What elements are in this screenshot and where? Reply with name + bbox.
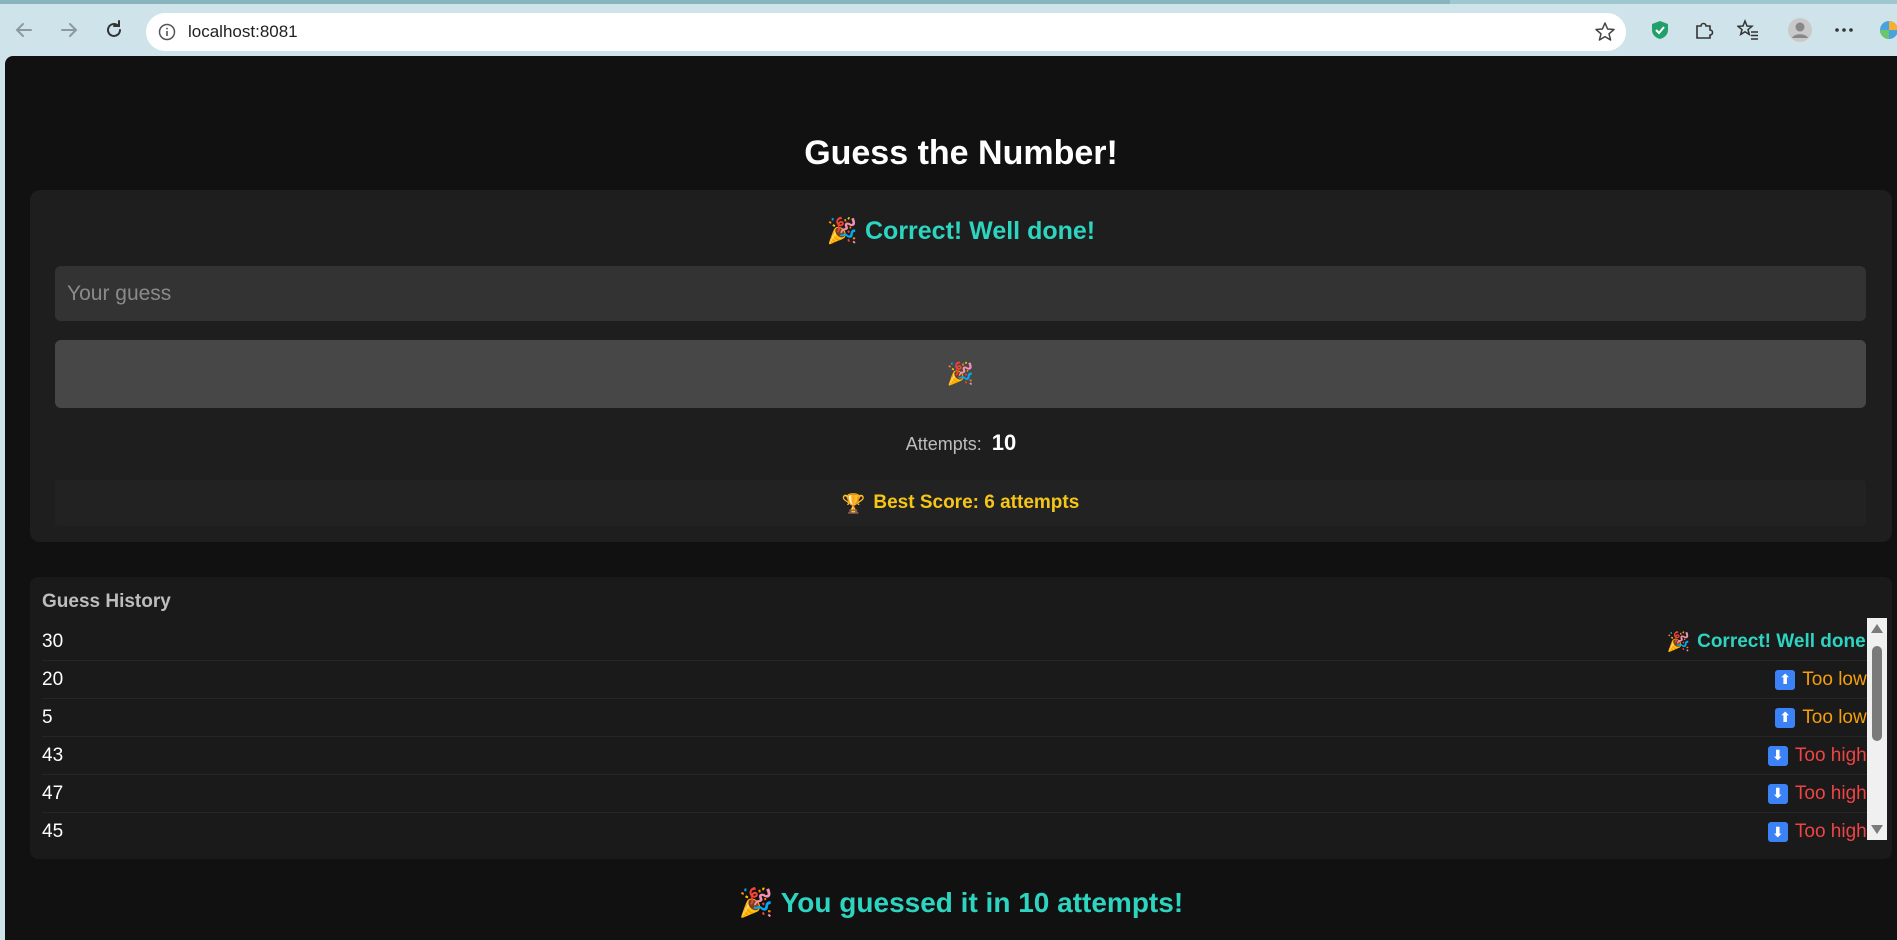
- attempts-value: 10: [991, 430, 1017, 455]
- scroll-down-arrow-icon[interactable]: [1871, 825, 1883, 834]
- down-arrow-icon: ⬇: [1767, 783, 1788, 804]
- status-message: 🎉 Correct! Well done!: [30, 216, 1892, 246]
- attempts-label: Attempts:: [905, 434, 982, 454]
- history-result-text: Correct! Well done!: [1697, 630, 1872, 652]
- history-guess: 30: [42, 630, 64, 652]
- more-options-icon[interactable]: [1830, 16, 1858, 44]
- history-result: ⬇ Too high!: [1767, 821, 1872, 843]
- history-guess: 45: [42, 821, 64, 842]
- status-text: Correct! Well done!: [865, 217, 1096, 245]
- scrollbar-thumb[interactable]: [1872, 646, 1882, 741]
- reload-icon[interactable]: [98, 14, 130, 46]
- page-viewport: Guess the Number! 🎉Correct! Well done! 🎉…: [5, 56, 1897, 940]
- extensions-puzzle-icon[interactable]: [1690, 16, 1718, 44]
- site-info-icon[interactable]: [158, 23, 176, 46]
- history-scrollbar[interactable]: [1867, 618, 1887, 840]
- game-card: 🎉Correct! Well done! 🎉 Attempts:10 🏆Best…: [30, 190, 1892, 542]
- page-title: Guess the Number!: [804, 134, 1118, 172]
- history-row: 43 ⬇ Too high!: [42, 737, 1872, 775]
- up-arrow-icon: ⬆: [1775, 669, 1796, 690]
- forward-icon[interactable]: [53, 14, 85, 46]
- back-icon[interactable]: [8, 14, 40, 46]
- history-guess: 47: [42, 782, 64, 804]
- history-guess: 43: [42, 744, 64, 766]
- history-row: 45 ⬇ Too high!: [42, 813, 1872, 851]
- best-score-text: Best Score: 6 attempts: [873, 492, 1080, 513]
- history-result-text: Too low!: [1802, 668, 1872, 690]
- favorites-icon[interactable]: [1734, 16, 1762, 44]
- history-result: ⬆ Too low!: [1775, 669, 1872, 691]
- history-result-text: Too low!: [1802, 706, 1872, 728]
- final-message-text: You guessed it in 10 attempts!: [780, 887, 1184, 918]
- final-message: 🎉 You guessed it in 10 attempts!: [5, 886, 1897, 919]
- party-icon: 🎉: [826, 216, 858, 245]
- party-icon: 🎉: [1666, 631, 1691, 653]
- history-result: 🎉 Correct! Well done!: [1666, 630, 1872, 654]
- favorite-star-icon[interactable]: [1594, 21, 1616, 48]
- history-result-text: Too high!: [1794, 821, 1872, 842]
- address-bar[interactable]: localhost:8081: [146, 13, 1626, 51]
- attempts-counter: Attempts: 10: [30, 430, 1892, 456]
- party-icon: 🎉: [738, 886, 774, 919]
- history-result: ⬆ Too low!: [1775, 707, 1872, 729]
- down-arrow-icon: ⬇: [1767, 822, 1788, 842]
- shield-extension-icon[interactable]: [1646, 16, 1674, 44]
- history-result: ⬇ Too high!: [1767, 744, 1872, 767]
- guess-input[interactable]: [55, 266, 1866, 321]
- history-guess: 20: [42, 668, 64, 690]
- up-arrow-icon: ⬆: [1775, 707, 1796, 728]
- history-result-text: Too high!: [1794, 782, 1872, 804]
- copilot-icon[interactable]: [1875, 16, 1897, 44]
- trophy-icon: 🏆: [841, 492, 866, 515]
- history-row: 30 🎉 Correct! Well done!: [42, 623, 1872, 661]
- history-row: 20 ⬆ Too low!: [42, 661, 1872, 699]
- scroll-up-arrow-icon[interactable]: [1871, 624, 1883, 633]
- history-guess: 5: [42, 706, 53, 728]
- browser-toolbar: localhost:8081: [0, 4, 1897, 56]
- url-text[interactable]: localhost:8081: [188, 13, 298, 51]
- guess-history-panel: Guess History 30 🎉 Correct! Well done! 20…: [30, 577, 1892, 859]
- history-row: 5 ⬆ Too low!: [42, 699, 1872, 737]
- best-score-banner: 🏆 Best Score: 6 attempts: [55, 480, 1866, 526]
- history-row: 47 ⬇ Too high!: [42, 775, 1872, 813]
- history-title: Guess History: [42, 591, 171, 612]
- history-result: ⬇ Too high!: [1767, 782, 1872, 805]
- down-arrow-icon: ⬇: [1767, 745, 1788, 766]
- history-list: 30 🎉 Correct! Well done! 20 ⬆ Too low! 5 ⬆…: [42, 623, 1872, 851]
- party-icon: 🎉: [946, 361, 975, 387]
- history-result-text: Too high!: [1794, 744, 1872, 766]
- profile-avatar-icon[interactable]: [1786, 16, 1814, 44]
- guess-button[interactable]: 🎉: [55, 340, 1866, 408]
